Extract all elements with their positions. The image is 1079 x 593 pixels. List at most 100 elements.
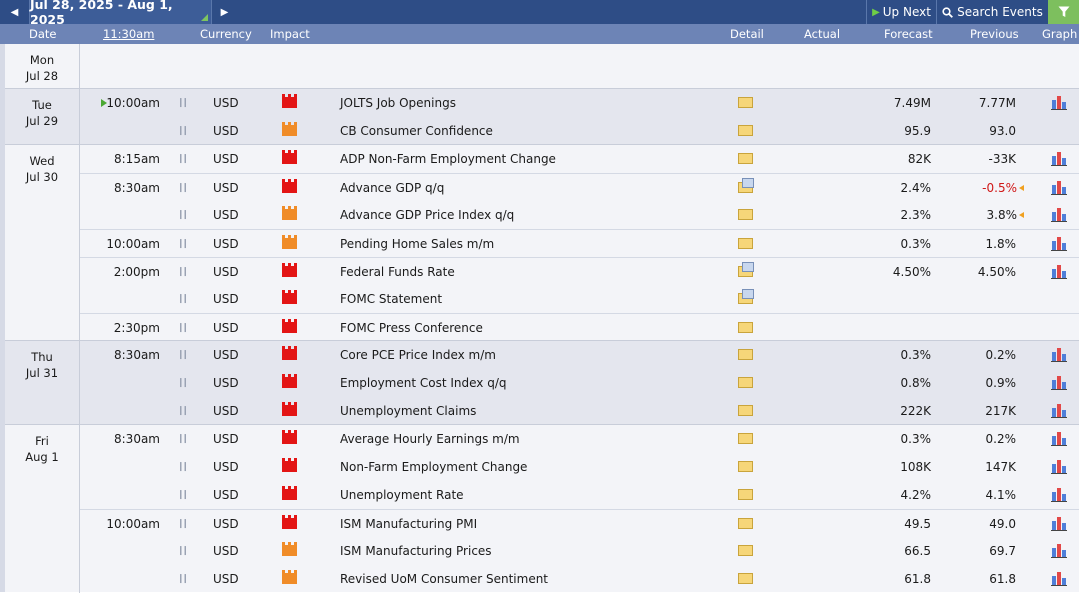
bar-chart-icon[interactable] [1051, 517, 1067, 531]
event-row[interactable]: ❙❙ USD Employment Cost Index q/q 0.8% 0.9% [80, 369, 1079, 397]
folder-icon[interactable] [738, 545, 753, 556]
impact-high-icon[interactable] [282, 290, 297, 304]
bar-chart-icon[interactable] [1051, 488, 1067, 502]
sound-icon[interactable]: ❙❙ [177, 369, 189, 397]
bar-chart-icon[interactable] [1051, 265, 1067, 279]
event-title[interactable]: FOMC Statement [340, 285, 720, 313]
bar-chart-icon[interactable] [1051, 432, 1067, 446]
bar-chart-icon[interactable] [1051, 376, 1067, 390]
event-row[interactable]: 8:30am ❙❙ USD Average Hourly Earnings m/m 0.… [80, 425, 1079, 453]
impact-high-icon[interactable] [282, 263, 297, 277]
impact-high-icon[interactable] [282, 319, 297, 333]
bar-chart-icon[interactable] [1051, 544, 1067, 558]
event-title[interactable]: ISM Manufacturing PMI [340, 510, 720, 538]
event-row[interactable]: ❙❙ USD Unemployment Claims 222K 217K [80, 397, 1079, 425]
next-week-button[interactable]: ▶ [211, 0, 237, 24]
revised-indicator-icon[interactable] [1019, 212, 1024, 218]
event-row[interactable]: 8:30am ❙❙ USD Core PCE Price Index m/m 0.3% 0… [80, 341, 1079, 369]
folder-icon[interactable] [738, 489, 753, 500]
impact-medium-icon[interactable] [282, 542, 297, 556]
impact-high-icon[interactable] [282, 515, 297, 529]
event-row[interactable]: ❙❙ USD Advance GDP Price Index q/q 2.3% 3.8% [80, 201, 1079, 229]
event-title[interactable]: ADP Non-Farm Employment Change [340, 145, 720, 173]
revised-indicator-icon[interactable] [1019, 185, 1024, 191]
bar-chart-icon[interactable] [1051, 572, 1067, 586]
event-row[interactable]: 10:00am ❙❙ USD ISM Manufacturing PMI 49.5 49.… [80, 509, 1079, 537]
impact-medium-icon[interactable] [282, 570, 297, 584]
event-title[interactable]: Employment Cost Index q/q [340, 369, 720, 397]
folder-icon[interactable] [738, 209, 753, 220]
impact-high-icon[interactable] [282, 94, 297, 108]
folder-icon[interactable] [738, 573, 753, 584]
sound-icon[interactable]: ❙❙ [177, 481, 189, 509]
event-row[interactable]: 2:30pm ❙❙ USD FOMC Press Conference [80, 313, 1079, 341]
event-row[interactable]: 2:00pm ❙❙ USD Federal Funds Rate 4.50% 4.50% [80, 257, 1079, 285]
folder-icon[interactable] [738, 97, 753, 108]
event-row[interactable]: 8:15am ❙❙ USD ADP Non-Farm Employment Chang… [80, 145, 1079, 173]
impact-high-icon[interactable] [282, 179, 297, 193]
up-next-button[interactable]: ▶ Up Next [866, 0, 936, 24]
bar-chart-icon[interactable] [1051, 208, 1067, 222]
sound-icon[interactable]: ❙❙ [177, 201, 189, 229]
current-time-link[interactable]: 11:30am [103, 27, 154, 41]
sound-icon[interactable]: ❙❙ [177, 314, 189, 342]
impact-high-icon[interactable] [282, 374, 297, 388]
bar-chart-icon[interactable] [1051, 348, 1067, 362]
impact-high-icon[interactable] [282, 150, 297, 164]
sound-icon[interactable]: ❙❙ [177, 117, 189, 145]
event-row[interactable]: 10:00am ❙❙ USD Pending Home Sales m/m 0.3% 1.… [80, 229, 1079, 257]
event-title[interactable]: Core PCE Price Index m/m [340, 341, 720, 369]
event-title[interactable]: CB Consumer Confidence [340, 117, 720, 145]
bar-chart-icon[interactable] [1051, 181, 1067, 195]
bar-chart-icon[interactable] [1051, 96, 1067, 110]
event-title[interactable]: Federal Funds Rate [340, 258, 720, 286]
sound-icon[interactable]: ❙❙ [177, 285, 189, 313]
folder-icon[interactable] [738, 433, 753, 444]
bar-chart-icon[interactable] [1051, 460, 1067, 474]
event-row[interactable]: ❙❙ USD Revised UoM Consumer Sentiment 61.8 6… [80, 565, 1079, 593]
event-title[interactable]: Unemployment Claims [340, 397, 720, 425]
event-title[interactable]: Revised UoM Consumer Sentiment [340, 565, 720, 593]
sound-icon[interactable]: ❙❙ [177, 230, 189, 258]
folder-icon[interactable] [738, 461, 753, 472]
event-title[interactable]: Non-Farm Employment Change [340, 453, 720, 481]
sound-icon[interactable]: ❙❙ [177, 258, 189, 286]
sound-icon[interactable]: ❙❙ [177, 565, 189, 593]
event-row[interactable]: ❙❙ USD Unemployment Rate 4.2% 4.1% [80, 481, 1079, 509]
impact-high-icon[interactable] [282, 458, 297, 472]
filter-button[interactable] [1048, 0, 1079, 24]
sound-icon[interactable]: ❙❙ [177, 89, 189, 117]
event-row[interactable]: ❙❙ USD ISM Manufacturing Prices 66.5 69.7 [80, 537, 1079, 565]
folder-icon[interactable] [738, 322, 753, 333]
impact-high-icon[interactable] [282, 402, 297, 416]
impact-high-icon[interactable] [282, 430, 297, 444]
event-row[interactable]: 8:30am ❙❙ USD Advance GDP q/q 2.4% -0.5% [80, 173, 1079, 201]
sound-icon[interactable]: ❙❙ [177, 537, 189, 565]
impact-medium-icon[interactable] [282, 122, 297, 136]
folder-icon[interactable] [738, 153, 753, 164]
folder-icon[interactable] [738, 405, 753, 416]
sound-icon[interactable]: ❙❙ [177, 453, 189, 481]
event-row[interactable]: ❙❙ USD CB Consumer Confidence 95.9 93.0 [80, 117, 1079, 145]
folder-news-icon[interactable] [738, 262, 754, 277]
folder-news-icon[interactable] [738, 289, 754, 304]
date-range-selector[interactable]: Jul 28, 2025 - Aug 1, 2025 [30, 0, 211, 27]
sound-icon[interactable]: ❙❙ [177, 425, 189, 453]
impact-medium-icon[interactable] [282, 206, 297, 220]
sound-icon[interactable]: ❙❙ [177, 145, 189, 173]
folder-icon[interactable] [738, 518, 753, 529]
impact-medium-icon[interactable] [282, 235, 297, 249]
event-row[interactable]: ❙❙ USD Non-Farm Employment Change 108K 147K [80, 453, 1079, 481]
bar-chart-icon[interactable] [1051, 152, 1067, 166]
bar-chart-icon[interactable] [1051, 237, 1067, 251]
event-title[interactable]: Pending Home Sales m/m [340, 230, 720, 258]
sound-icon[interactable]: ❙❙ [177, 341, 189, 369]
event-title[interactable]: JOLTS Job Openings [340, 89, 720, 117]
folder-icon[interactable] [738, 125, 753, 136]
event-title[interactable]: Advance GDP Price Index q/q [340, 201, 720, 229]
folder-news-icon[interactable] [738, 178, 754, 193]
event-title[interactable]: Advance GDP q/q [340, 174, 720, 202]
event-title[interactable]: FOMC Press Conference [340, 314, 720, 342]
event-row[interactable]: ❙❙ USD FOMC Statement [80, 285, 1079, 313]
impact-high-icon[interactable] [282, 486, 297, 500]
